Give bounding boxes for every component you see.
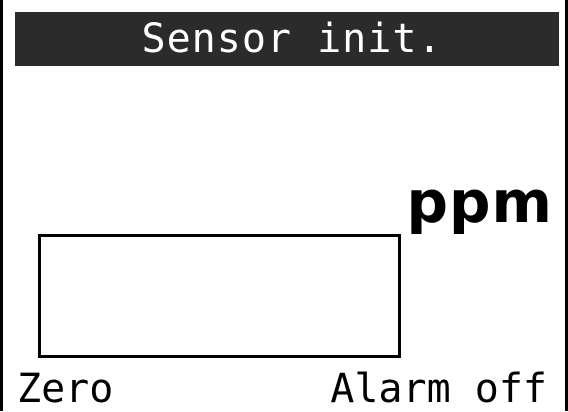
measurement-unit: ppm (406, 168, 553, 236)
alarm-off-softkey[interactable]: Alarm off (330, 366, 547, 412)
title-bar: Sensor init. (15, 12, 559, 66)
reading-bar-frame (38, 234, 401, 358)
screen-title: Sensor init. (141, 16, 443, 62)
device-display: Sensor init. ppm Zero Alarm off (0, 0, 568, 412)
zero-softkey[interactable]: Zero (17, 366, 113, 412)
